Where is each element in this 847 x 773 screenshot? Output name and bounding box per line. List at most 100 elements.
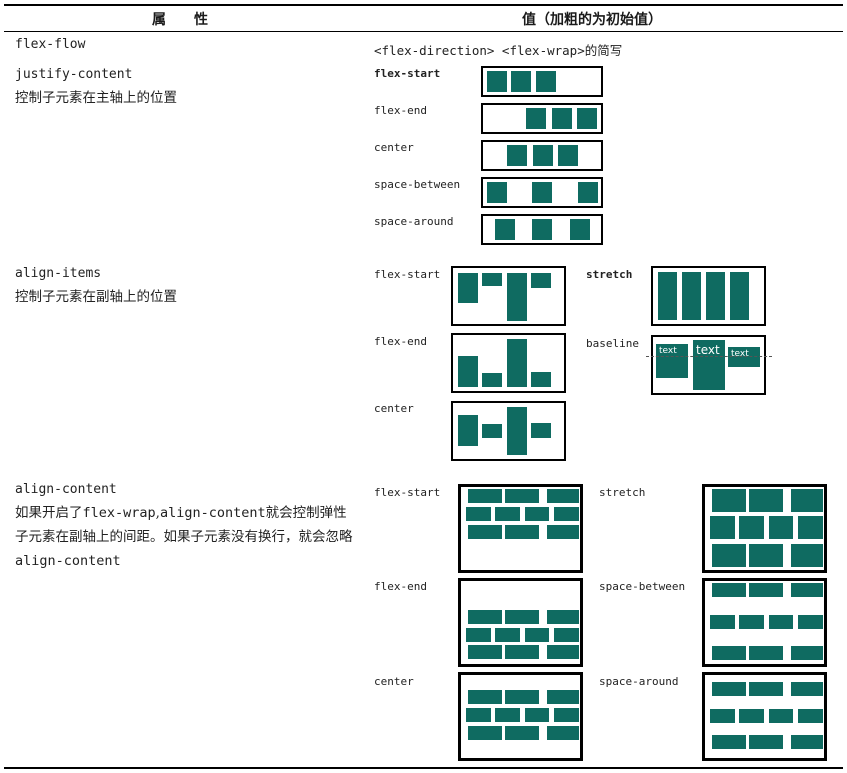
- flex-item: [505, 645, 539, 659]
- flex-item: [730, 272, 749, 320]
- flex-item: [468, 610, 502, 624]
- flex-item: [570, 219, 590, 240]
- flex-item: [577, 108, 597, 129]
- flex-item: [505, 726, 539, 740]
- ac-flex-end-diagram: [458, 578, 583, 667]
- flex-item: [547, 525, 579, 539]
- ai-label-flex-end: flex-end: [374, 335, 427, 348]
- flex-item: [682, 272, 701, 320]
- flex-item: [495, 708, 520, 722]
- ai-label-center: center: [374, 402, 414, 415]
- flex-item: [712, 735, 746, 749]
- flex-item: [525, 708, 549, 722]
- ai-stretch-diagram: [651, 266, 766, 326]
- header-bottom-rule: [4, 31, 843, 32]
- table-top-rule: [4, 4, 843, 6]
- flex-item: [468, 645, 502, 659]
- flex-item: [482, 373, 502, 387]
- flex-item: [791, 489, 823, 512]
- flex-item: [532, 182, 552, 203]
- ai-baseline-diagram: text text text: [651, 335, 766, 395]
- jc-label-flex-end: flex-end: [374, 104, 427, 117]
- prop-flex-flow: flex-flow: [15, 37, 86, 52]
- ac-label-center: center: [374, 675, 414, 688]
- flex-item: [712, 489, 746, 512]
- baseline-text: text: [659, 346, 677, 356]
- flex-item: [791, 646, 823, 660]
- align-items-description: 控制子元素在副轴上的位置: [15, 289, 177, 305]
- flex-item: [554, 708, 579, 722]
- ac-center-diagram: [458, 672, 583, 761]
- flex-item: [482, 273, 502, 286]
- flex-item: [558, 145, 578, 166]
- flex-item: [554, 507, 579, 521]
- table-bottom-rule: [4, 767, 843, 769]
- flex-item: [468, 525, 502, 539]
- flex-item: [554, 628, 579, 642]
- flex-item: [739, 709, 764, 723]
- flex-item: [458, 273, 478, 303]
- header-value: 值（加粗的为初始值）: [522, 12, 662, 28]
- flex-item: [749, 489, 783, 512]
- flex-item: [507, 407, 527, 455]
- flex-item: [458, 356, 478, 387]
- jc-center-diagram: [481, 140, 603, 171]
- flex-item: [712, 646, 746, 660]
- flex-item: [531, 423, 551, 438]
- flex-item: [495, 507, 520, 521]
- desc-code: align-content: [15, 553, 121, 569]
- ai-label-flex-start: flex-start: [374, 268, 441, 281]
- prop-align-items: align-items: [15, 266, 102, 281]
- flex-item: [749, 646, 783, 660]
- ac-label-space-between: space-between: [599, 580, 686, 593]
- ai-flex-end-diagram: [451, 333, 566, 393]
- flex-item: [536, 71, 556, 92]
- flex-item: [495, 219, 515, 240]
- baseline-text: text: [731, 349, 749, 359]
- baseline-guide-line: [646, 356, 772, 357]
- flex-item: [706, 272, 725, 320]
- ac-label-flex-start: flex-start: [374, 486, 441, 499]
- flex-item: [495, 628, 520, 642]
- flex-item: [533, 145, 553, 166]
- flex-item: [531, 372, 551, 387]
- flex-item: [525, 507, 549, 521]
- ac-stretch-diagram: [702, 484, 827, 573]
- flex-item: [791, 544, 823, 567]
- jc-flex-end-diagram: [481, 103, 603, 134]
- jc-label-space-around: space-around: [374, 215, 454, 228]
- flex-item: [547, 489, 579, 503]
- ai-flex-start-diagram: [451, 266, 566, 326]
- flex-item: [532, 219, 552, 240]
- ac-label-flex-end: flex-end: [374, 580, 427, 593]
- flex-item: [487, 71, 507, 92]
- flex-item: [749, 735, 783, 749]
- flex-item: text: [656, 344, 688, 378]
- flex-item: [466, 507, 491, 521]
- flex-item: [769, 615, 793, 629]
- ac-space-around-diagram: [702, 672, 827, 761]
- flex-item: [507, 339, 527, 387]
- jc-flex-start-diagram: [481, 66, 603, 97]
- flex-item: [487, 182, 507, 203]
- flex-item: [798, 516, 823, 539]
- flex-item: [769, 709, 793, 723]
- flex-item: [468, 489, 502, 503]
- flex-item: [466, 708, 491, 722]
- desc-code: flex-wrap: [82, 505, 156, 521]
- prop-align-content: align-content: [15, 482, 117, 497]
- flex-item: [769, 516, 793, 539]
- align-content-description: 如果开启了flex-wrap,align-content就会控制弹性子元素在副轴…: [15, 501, 360, 573]
- flex-item: [468, 690, 502, 704]
- prop-justify-content: justify-content: [15, 67, 133, 82]
- flex-item: [798, 709, 823, 723]
- flex-item: [482, 424, 502, 438]
- flex-item: [552, 108, 572, 129]
- jc-label-space-between: space-between: [374, 178, 461, 191]
- flex-item: [531, 273, 551, 288]
- flex-item: [710, 516, 735, 539]
- flex-item: [710, 709, 735, 723]
- flex-item: [466, 628, 491, 642]
- baseline-text: text: [696, 343, 720, 357]
- flex-item: [791, 735, 823, 749]
